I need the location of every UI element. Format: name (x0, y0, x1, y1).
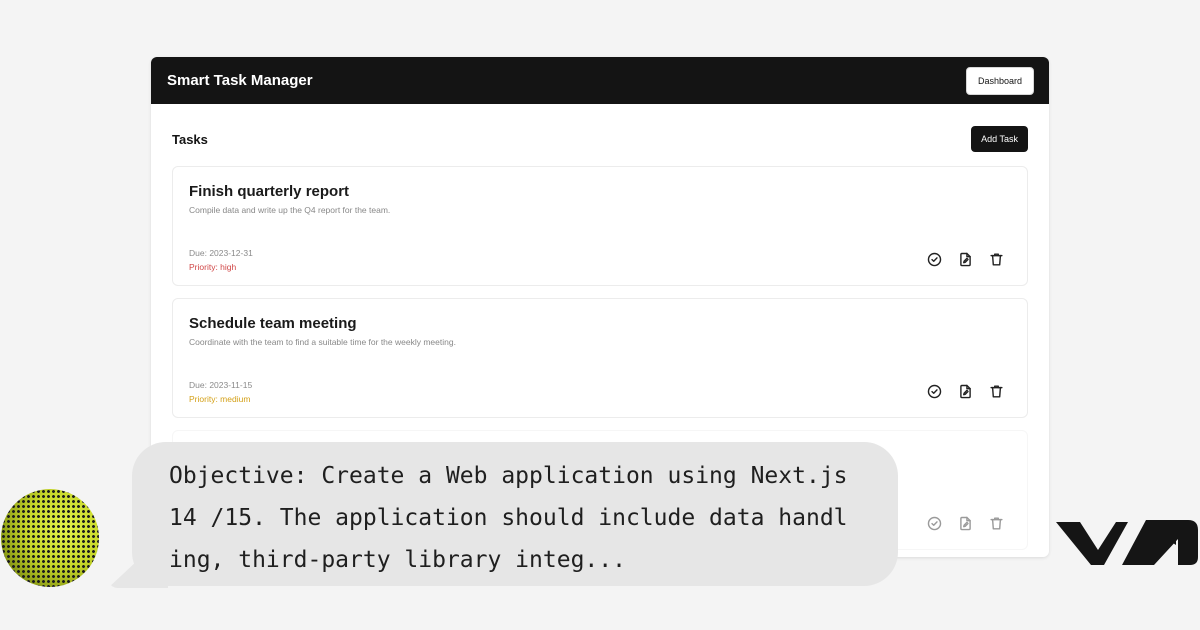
task-priority: Priority: high (189, 262, 237, 272)
edit-document-icon[interactable] (957, 251, 974, 268)
app-title: Smart Task Manager (167, 72, 313, 89)
tasks-heading: Tasks (172, 131, 208, 147)
task-due-date: Due: 2023-12-31 (189, 248, 253, 258)
task-actions (926, 515, 1005, 532)
task-title: Schedule team meeting (189, 315, 357, 332)
top-bar: Smart Task Manager Dashboard (151, 57, 1049, 104)
task-description: Compile data and write up the Q4 report … (189, 205, 391, 215)
trash-icon[interactable] (988, 251, 1005, 268)
trash-icon[interactable] (988, 383, 1005, 400)
edit-document-icon[interactable] (957, 515, 974, 532)
avatar (1, 489, 99, 587)
check-circle-icon[interactable] (926, 515, 943, 532)
check-circle-icon[interactable] (926, 251, 943, 268)
brand-logo-icon (1054, 505, 1200, 577)
task-meta: Due: 2023-12-31 Priority: high (189, 248, 253, 272)
tasks-header: Tasks Add Task (172, 126, 1028, 152)
task-title: Finish quarterly report (189, 183, 350, 200)
task-due-date: Due: 2023-11-15 (189, 380, 253, 390)
task-card: Finish quarterly report Compile data and… (172, 166, 1028, 286)
task-description: Coordinate with the team to find a suita… (189, 337, 456, 347)
task-actions (926, 383, 1005, 400)
task-meta: Due: 2023-11-15 Priority: medium (189, 380, 252, 404)
trash-icon[interactable] (988, 515, 1005, 532)
chat-bubble: Objective: Create a Web application usin… (132, 442, 898, 586)
chat-message: Objective: Create a Web application usin… (169, 463, 848, 573)
check-circle-icon[interactable] (926, 383, 943, 400)
dashboard-button[interactable]: Dashboard (965, 66, 1034, 95)
add-task-button[interactable]: Add Task (971, 126, 1028, 152)
task-priority: Priority: medium (189, 394, 251, 404)
edit-document-icon[interactable] (957, 383, 974, 400)
task-card: Schedule team meeting Coordinate with th… (172, 298, 1028, 418)
task-actions (926, 251, 1005, 268)
